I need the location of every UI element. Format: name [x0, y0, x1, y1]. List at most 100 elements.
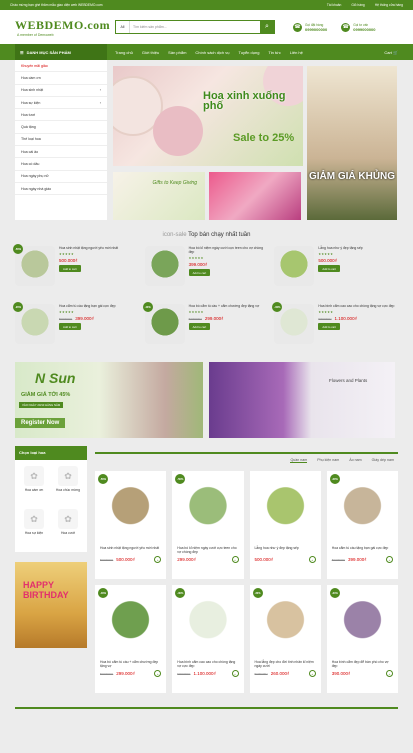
product-name[interactable]: Hoa cẩm tú cầu tặng bạn gái cực đẹp — [59, 304, 116, 308]
product-name[interactable]: Hoa bình cẩm cao cao cho chồng tặng vợ c… — [318, 304, 394, 308]
nav-news[interactable]: Tin tức — [268, 50, 280, 55]
product-name[interactable]: Hoa bình cẩm đẹp để bàn phò cho vợ đẹp — [332, 660, 393, 668]
sidebar-item[interactable]: Quà tặng — [15, 121, 107, 134]
flower-banner[interactable] — [209, 172, 301, 220]
product-name[interactable]: Hoa bó kỉ niệm ngày cưới cực teen cho vợ… — [177, 546, 238, 554]
search-input[interactable]: Tìm kiếm sản phẩm... — [130, 21, 260, 33]
cart-icon[interactable]: + — [231, 556, 239, 563]
product-card[interactable]: Lẵng hoa như ý đẹp tặng sếp ★★★★★ 500.000₫… — [274, 246, 398, 298]
consult-hotline[interactable]: ☎ Gọi tư vấn 0999000000 — [341, 22, 376, 32]
cart-icon[interactable]: + — [308, 670, 316, 677]
nav-contact[interactable]: Liên hệ — [290, 50, 303, 55]
product-card[interactable]: -20% Hoa cẩm tú cầu tặng bạn gái cực đẹp 5… — [326, 471, 398, 579]
add-to-cart-button[interactable]: Add to cart — [59, 323, 81, 330]
cart-icon[interactable]: + — [386, 556, 393, 563]
sidebar-item[interactable]: Hoa ngày nhà giáo — [15, 183, 107, 196]
nav-policy[interactable]: Chính sách dịch vụ — [195, 50, 229, 55]
gift-banner[interactable]: Gifts to Keep Giving — [113, 172, 205, 220]
product-card[interactable]: -50% Hoa sinh nhật tặng người yêu mới nhấ… — [13, 244, 139, 298]
product-image[interactable] — [254, 476, 316, 542]
search-category-select[interactable]: All — [116, 21, 130, 33]
product-name[interactable]: Hoa lẵng đẹp cho đời tình nhân kỉ niệm n… — [255, 660, 316, 668]
cart-icon[interactable]: + — [386, 670, 393, 677]
product-image[interactable]: -30% — [272, 302, 315, 344]
search-button[interactable]: ⌕ — [260, 21, 274, 33]
sidebar-item[interactable]: Hoa ngày phụ nữ — [15, 171, 107, 183]
product-image[interactable]: -20% — [13, 302, 55, 344]
sidebar-item[interactable]: Hoa sinh nhật › — [15, 85, 107, 97]
product-name[interactable]: Hoa bình cẩm cao cao cho chồng tặng vợ c… — [177, 660, 238, 668]
product-card[interactable]: -50% Hoa bó kỉ niệm ngày cưới cực teen ch… — [172, 471, 244, 579]
sidebar-item[interactable]: Hoa có dâu — [15, 158, 107, 171]
tab-giay-dep[interactable]: Giày dép nam — [372, 458, 394, 463]
account-link[interactable]: Tài khoản — [327, 3, 341, 7]
category-congrats[interactable]: ✿ Hoa chúc mừng — [53, 466, 83, 503]
sidebar-item[interactable]: Hoa cái ảo — [15, 146, 107, 159]
product-name[interactable]: Hoa sinh nhật tặng người yêu mới nhất — [59, 246, 118, 250]
logo[interactable]: WEBDEMO.com A member of Demoweb — [15, 18, 110, 37]
register-button[interactable]: Register Now — [15, 418, 66, 428]
product-card[interactable]: -50% Hoa sinh nhật tặng người yêu mới nhấ… — [95, 471, 167, 579]
sidebar-item[interactable]: Hoa sự kiện › — [15, 97, 107, 110]
product-image[interactable] — [331, 590, 393, 656]
product-image[interactable] — [144, 246, 185, 286]
stores-link[interactable]: Hệ thống cửa hàng — [375, 3, 403, 7]
category-wedding[interactable]: ✿ Hoa cưới — [53, 509, 83, 546]
product-card[interactable]: -30% Hoa lẵng đẹp cho đời tình nhân kỉ ni… — [249, 585, 321, 693]
add-to-cart-button[interactable]: Add to cart — [188, 269, 211, 276]
category-event[interactable]: ✿ Hoa sự kiện — [19, 509, 49, 546]
product-image[interactable] — [254, 590, 316, 656]
product-card[interactable]: -34% Hoa bình cẩm đẹp để bàn phò cho vợ đ… — [326, 585, 398, 693]
product-name[interactable]: Hoa bó cẩm tú cầu + cẩm chướng đẹp tặng … — [189, 304, 260, 308]
cart-icon[interactable]: + — [154, 556, 162, 563]
product-name[interactable]: Hoa bó cẩm tú cầu + cẩm chướng đẹp tặng … — [100, 660, 161, 668]
product-name[interactable]: Hoa bó kỉ niệm ngày cưới cực teen cho vợ… — [189, 246, 269, 254]
nav-cart[interactable]: Cart 🛒 — [384, 50, 398, 55]
promo-banner-plants[interactable]: Flowers and Plants — [209, 362, 395, 438]
hero-banner[interactable]: Hoa xinh xuống phố Sale to 25% — [113, 66, 303, 166]
cart-icon[interactable]: + — [154, 670, 162, 677]
tab-quan-nam[interactable]: Quần nam — [290, 458, 308, 463]
product-name[interactable]: Hoa cẩm tú cầu tặng bạn gái cực đẹp — [332, 546, 393, 554]
discount-banner[interactable]: GIẢM GIÁ KHỦNG — [307, 66, 397, 220]
sidebar-item[interactable]: Thế loại hoa — [15, 134, 107, 147]
add-to-cart-button[interactable]: Add to cart — [59, 265, 81, 272]
birthday-banner[interactable]: HAPPY BIRTHDAY — [15, 562, 87, 648]
nav-home[interactable]: Trang chủ — [115, 50, 133, 55]
product-image[interactable]: -40% — [142, 302, 185, 344]
add-to-cart-button[interactable]: Add to cart — [318, 265, 340, 272]
promo-banner-nsun[interactable]: N Sun GIẢM GIÁ TỚI 45% VÀO NGÀY 20/10 HÀ… — [15, 362, 203, 438]
cart-link[interactable]: Giỏ hàng — [351, 3, 364, 7]
product-image[interactable] — [177, 476, 239, 542]
product-image[interactable]: -50% — [13, 244, 55, 286]
nav-jobs[interactable]: Tuyển dụng — [238, 50, 259, 55]
product-card[interactable]: -40% Hoa bó cẩm tú cầu + cẩm chướng đẹp t… — [95, 585, 167, 693]
category-thanks[interactable]: ✿ Hoa cám ơn — [19, 466, 49, 503]
add-to-cart-button[interactable]: Add to cart — [318, 323, 340, 330]
product-image[interactable] — [100, 590, 162, 656]
product-name[interactable]: Lẵng hoa như ý đẹp tặng sếp — [318, 246, 362, 250]
nav-products[interactable]: Sản phẩm — [168, 50, 186, 55]
sidebar-item[interactable]: Hoa cầm ơn — [15, 72, 107, 85]
product-card[interactable]: -20% Hoa cẩm tú cầu tặng bạn gái cực đẹp ★… — [13, 302, 139, 356]
product-card[interactable]: Hoa bó kỉ niệm ngày cưới cực teen cho vợ… — [144, 246, 269, 298]
product-image[interactable] — [274, 246, 315, 286]
order-hotline[interactable]: ☎ Gọi đặt hàng 0999000000 — [293, 22, 327, 32]
product-image[interactable] — [177, 590, 239, 656]
sidebar-item[interactable]: Hoa tươi — [15, 109, 107, 122]
product-name[interactable]: Lẵng hoa như ý đẹp tặng sếp — [255, 546, 316, 554]
tab-ao-nam[interactable]: Áo nam — [349, 458, 361, 463]
product-card[interactable]: -40% Hoa bó cẩm tú cầu + cẩm chướng đẹp t… — [142, 302, 269, 356]
product-card[interactable]: -30% Hoa bình cẩm cao cao cho chồng tặng … — [272, 302, 398, 356]
product-name[interactable]: Hoa sinh nhật tặng người yêu mới nhất — [100, 546, 161, 554]
product-card[interactable]: Lẵng hoa như ý đẹp tặng sếp 500.000₫ + — [249, 471, 321, 579]
product-card[interactable]: -30% Hoa bình cẩm cao cao cho chồng tặng … — [172, 585, 244, 693]
nav-about[interactable]: Giới thiệu — [142, 50, 159, 55]
cart-icon[interactable]: + — [308, 556, 316, 563]
product-image[interactable] — [100, 476, 162, 542]
cart-icon[interactable]: + — [231, 670, 239, 677]
tab-phu-kien[interactable]: Phụ kiện nam — [317, 458, 339, 463]
category-menu-button[interactable]: ☰ DANH MỤC SẢN PHẨM — [15, 44, 107, 60]
product-image[interactable] — [331, 476, 393, 542]
sidebar-item[interactable]: Khuyến mãi giảo — [15, 60, 107, 73]
